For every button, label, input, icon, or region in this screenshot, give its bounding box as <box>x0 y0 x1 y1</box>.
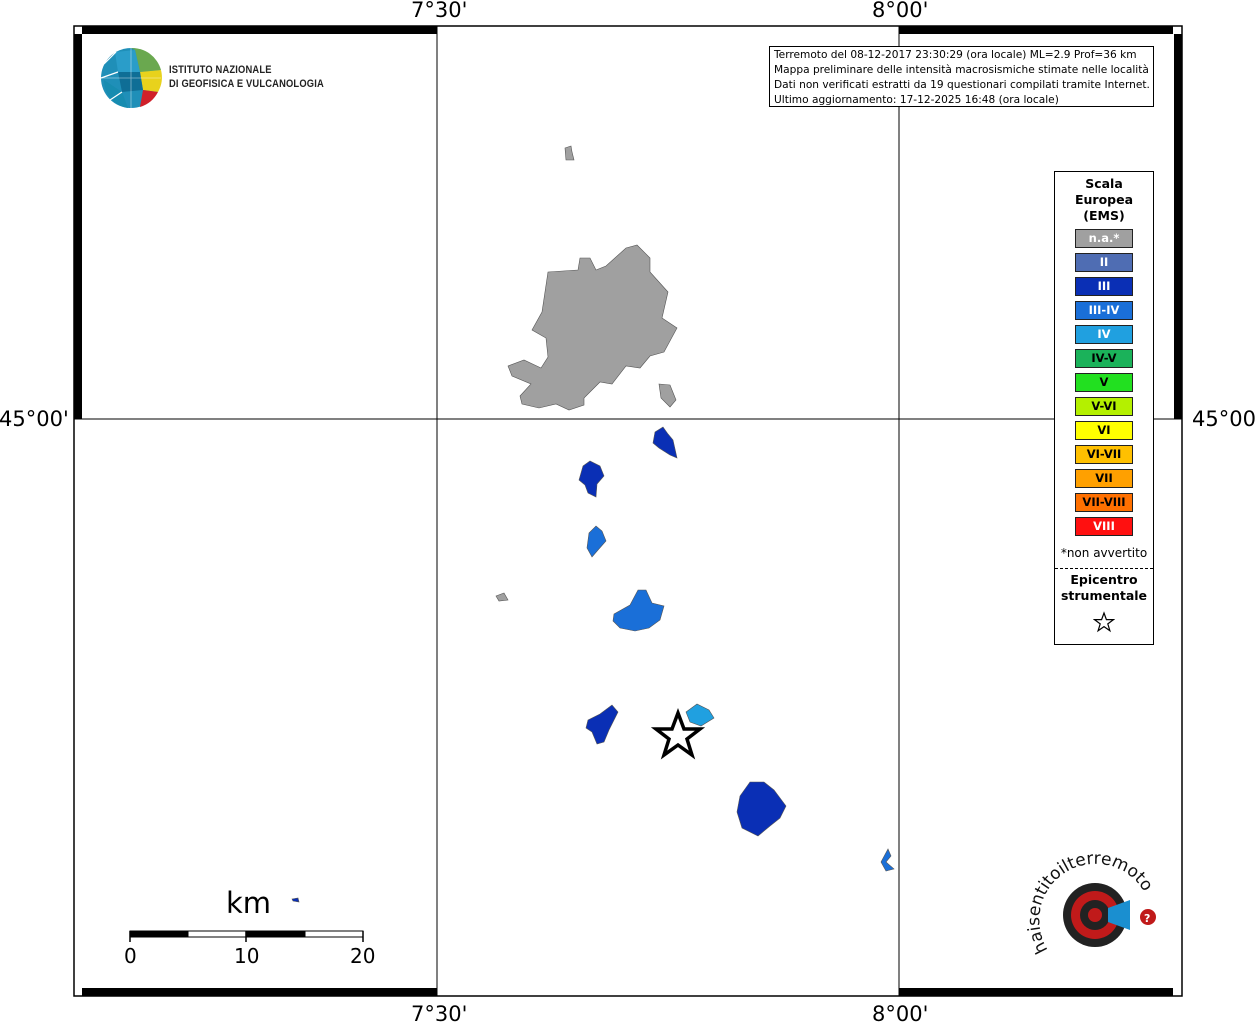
scale-seg-2 <box>187 930 247 938</box>
legend-swatch-iv-v: IV-V <box>1075 349 1133 368</box>
coord-top-7-30: 7°30' <box>411 0 468 22</box>
intensity-legend: Scala Europea (EMS) n.a.* II III III-IV IV IV… <box>1054 171 1154 645</box>
legend-title-line-1: Scala <box>1085 176 1123 191</box>
ingv-line-1: ISTITUTO NAZIONALE <box>169 64 272 76</box>
frame-bar-top-left <box>82 26 437 34</box>
scale-label-0: 0 <box>124 944 137 968</box>
scale-seg-1 <box>129 930 189 938</box>
map-frame <box>73 25 1183 997</box>
frame-bar-bottom-left <box>82 988 437 996</box>
scale-unit-label: km <box>226 886 272 920</box>
legend-swatch-ii: II <box>1075 253 1133 272</box>
legend-swatch-vi-vii: VI-VII <box>1075 445 1133 464</box>
legend-epicenter-line-1: Epicentro <box>1070 572 1138 587</box>
ingv-globe-icon <box>100 47 162 108</box>
scale-seg-4 <box>304 930 364 938</box>
event-info-box: Terremoto del 08-12-2017 23:30:29 (ora l… <box>769 46 1154 107</box>
legend-swatch-iii-iv: III-IV <box>1075 301 1133 320</box>
info-line-4: Ultimo aggiornamento: 17-12-2025 16:48 (… <box>774 94 1059 106</box>
scale-label-20: 20 <box>350 944 376 968</box>
scale-seg-3 <box>245 930 306 938</box>
frame-bar-right-top <box>1174 34 1182 419</box>
coord-top-8-00: 8°00' <box>872 0 929 22</box>
info-line-3: Dati non verificati estratti da 19 quest… <box>774 79 1150 91</box>
coord-bottom-8-00: 8°00' <box>872 1002 929 1026</box>
legend-swatch-vii-viii: VII-VIII <box>1075 493 1133 512</box>
legend-swatch-iii: III <box>1075 277 1133 296</box>
legend-swatch-na: n.a.* <box>1075 229 1133 248</box>
info-line-1: Terremoto del 08-12-2017 23:30:29 (ora l… <box>774 49 1137 61</box>
coord-bottom-7-30: 7°30' <box>411 1002 468 1026</box>
legend-separator <box>1055 568 1153 569</box>
frame-bar-top-right <box>899 26 1173 34</box>
legend-star-icon <box>1093 611 1115 633</box>
frame-bar-bottom-right <box>899 988 1173 996</box>
info-line-2: Mappa preliminare delle intensità macros… <box>774 64 1149 76</box>
legend-epicenter-line-2: strumentale <box>1060 588 1148 603</box>
scale-label-10: 10 <box>234 944 260 968</box>
ingv-logo-text: ISTITUTO NAZIONALE DI GEOFISICA E VULCAN… <box>169 63 324 91</box>
frame-bar-left-top <box>74 34 82 419</box>
coord-left-45-00: 45°00' <box>0 407 69 431</box>
legend-swatch-iv: IV <box>1075 325 1133 344</box>
legend-swatch-v-vi: V-VI <box>1075 397 1133 416</box>
legend-epicenter-label: Epicentro strumentale <box>1055 572 1153 604</box>
legend-title-line-3: (EMS) <box>1083 208 1125 223</box>
coord-right-45-00: 45°00' <box>1192 407 1256 431</box>
legend-title-line-2: Europea <box>1074 192 1134 207</box>
svg-text:?: ? <box>1144 912 1150 925</box>
legend-swatch-vii: VII <box>1075 469 1133 488</box>
legend-note: *non avvertito <box>1060 546 1148 560</box>
legend-swatch-vi: VI <box>1075 421 1133 440</box>
legend-title: Scala Europea (EMS) <box>1055 176 1153 224</box>
ingv-line-2: DI GEOFISICA E VULCANOLOGIA <box>169 78 324 90</box>
legend-swatch-v: V <box>1075 373 1133 392</box>
legend-swatch-viii: VIII <box>1075 517 1133 536</box>
